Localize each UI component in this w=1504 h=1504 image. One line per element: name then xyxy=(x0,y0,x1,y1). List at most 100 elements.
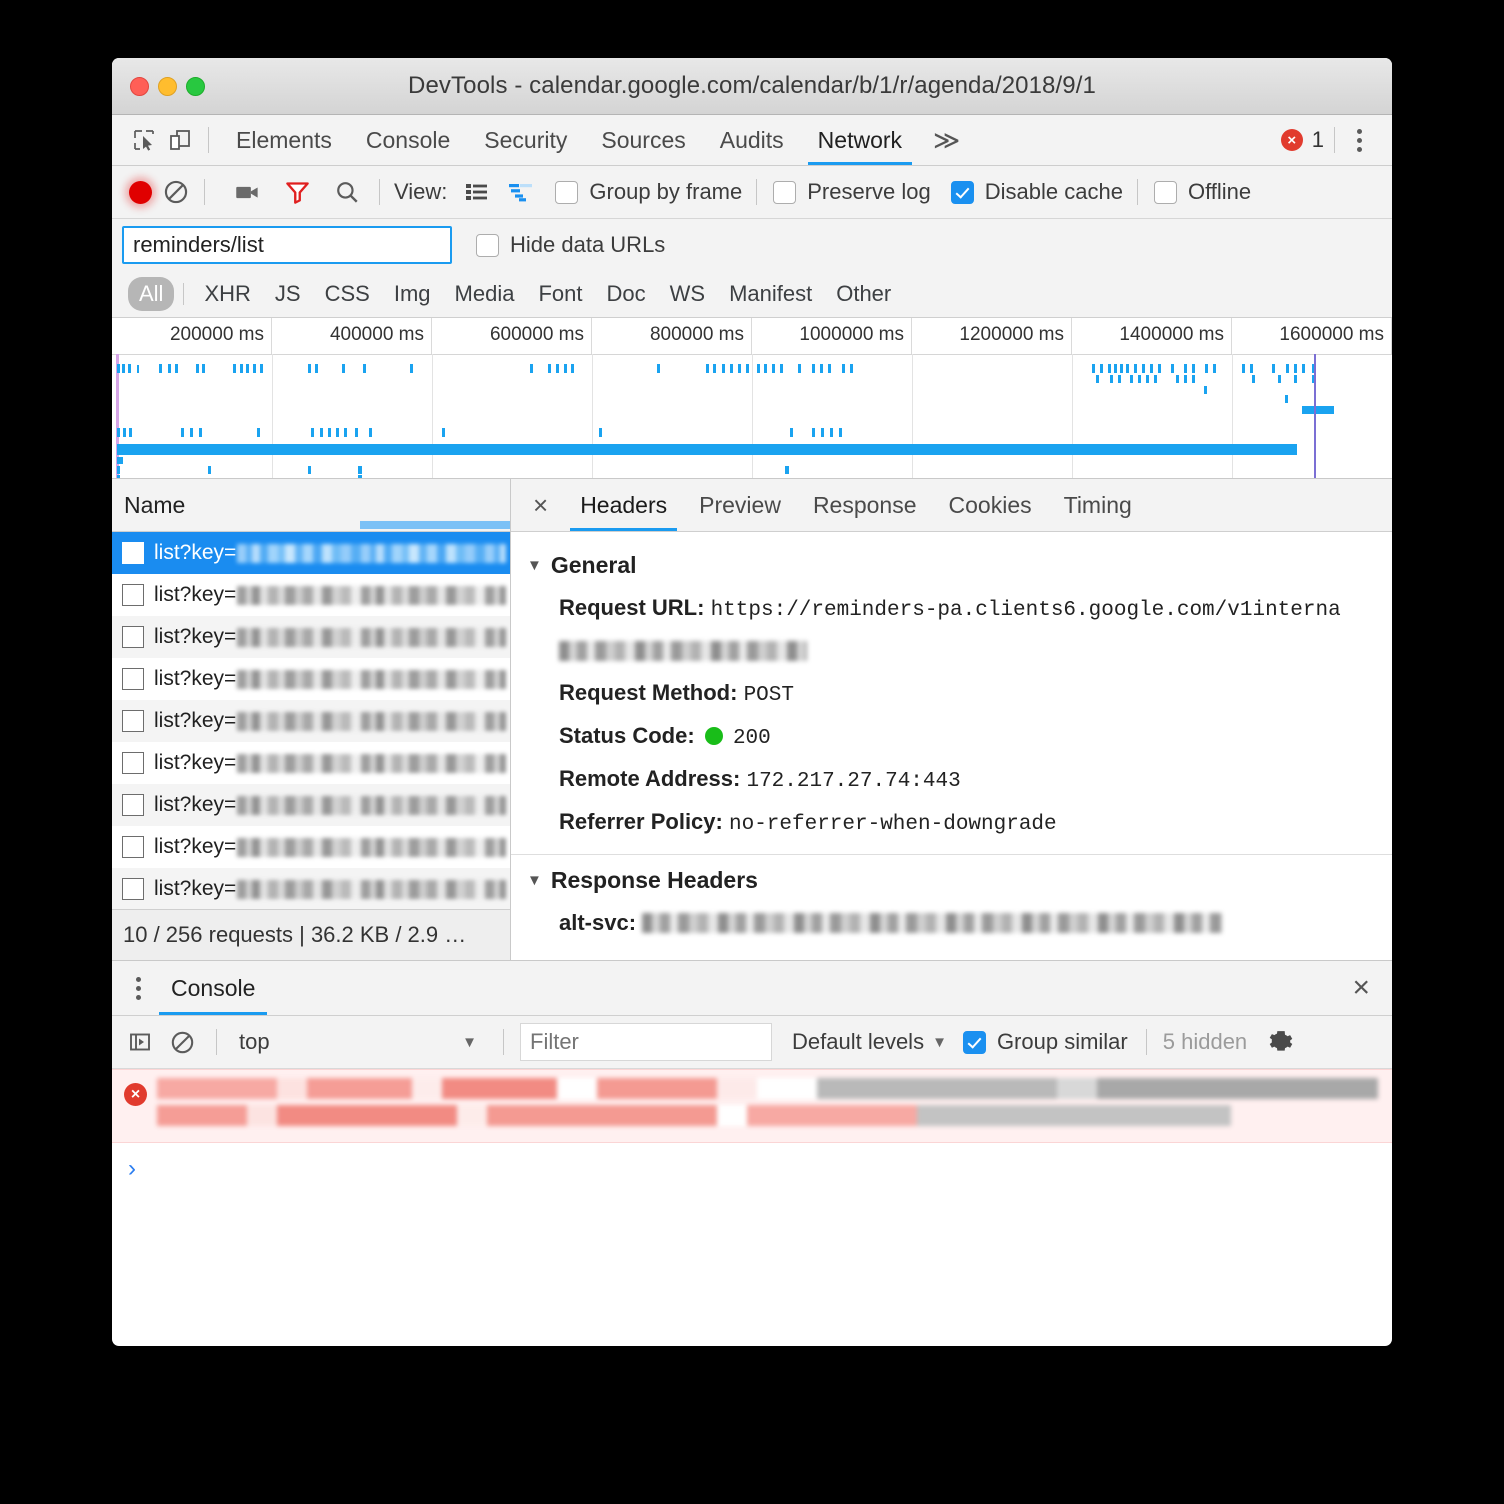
filter-icon[interactable] xyxy=(279,174,315,210)
close-drawer-icon[interactable]: × xyxy=(1330,973,1392,1003)
network-filter-input[interactable] xyxy=(122,226,452,264)
preserve-log-checkbox[interactable]: Preserve log xyxy=(773,179,931,205)
console-sidebar-icon[interactable] xyxy=(122,1024,158,1060)
group-by-frame-checkbox[interactable]: Group by frame xyxy=(555,179,742,205)
toolbar-divider xyxy=(1136,179,1138,205)
alt-svc-row: alt-svc: xyxy=(511,902,1392,944)
device-toolbar-icon[interactable] xyxy=(162,122,198,158)
console-filter-input[interactable] xyxy=(520,1023,772,1061)
type-filter-css[interactable]: CSS xyxy=(314,277,381,311)
table-row[interactable]: list?key= xyxy=(112,868,510,909)
row-checkbox[interactable] xyxy=(122,836,144,858)
clear-console-icon[interactable] xyxy=(164,1024,200,1060)
type-filter-ws[interactable]: WS xyxy=(659,277,716,311)
record-button-icon[interactable] xyxy=(122,174,158,210)
type-filter-manifest[interactable]: Manifest xyxy=(718,277,823,311)
tab-preview[interactable]: Preview xyxy=(683,479,797,531)
table-row[interactable]: list?key= xyxy=(112,784,510,826)
overview-time-marker xyxy=(1314,354,1316,478)
search-icon[interactable] xyxy=(329,174,365,210)
group-similar-checkbox[interactable]: Group similar xyxy=(962,1029,1128,1055)
table-row[interactable]: list?key= xyxy=(112,742,510,784)
kebab-menu-icon[interactable] xyxy=(124,971,153,1006)
overview-ruler: 200000 ms 400000 ms 600000 ms 800000 ms … xyxy=(112,318,1392,355)
table-row[interactable]: list?key= xyxy=(112,658,510,700)
table-row[interactable]: list?key= xyxy=(112,574,510,616)
console-output[interactable]: × › xyxy=(112,1069,1392,1337)
kebab-menu-icon[interactable] xyxy=(1345,123,1374,158)
row-checkbox[interactable] xyxy=(122,584,144,606)
minimize-window-button[interactable] xyxy=(158,76,177,96)
chevron-down-icon: ▼ xyxy=(527,557,542,574)
console-error-message[interactable]: × xyxy=(112,1069,1392,1143)
row-checkbox[interactable] xyxy=(122,626,144,648)
type-filter-xhr[interactable]: XHR xyxy=(193,277,261,311)
row-checkbox[interactable] xyxy=(122,752,144,774)
hidden-messages-count: 5 hidden xyxy=(1162,1029,1248,1054)
console-drawer: Console × top ▼ Filter Default levels ▼ … xyxy=(112,961,1392,1337)
disable-cache-label: Disable cache xyxy=(984,179,1123,204)
log-levels-dropdown[interactable]: Default levels ▼ xyxy=(792,1029,947,1055)
tab-sources[interactable]: Sources xyxy=(584,115,702,165)
tab-elements[interactable]: Elements xyxy=(219,115,349,165)
network-overview-timeline[interactable]: 200000 ms 400000 ms 600000 ms 800000 ms … xyxy=(112,318,1392,479)
response-headers-section-header[interactable]: ▼ Response Headers xyxy=(511,859,1392,902)
request-summary-status-bar: 10 / 256 requests | 36.2 KB / 2.9 … xyxy=(112,909,510,960)
tab-timing[interactable]: Timing xyxy=(1048,479,1148,531)
close-details-icon[interactable]: × xyxy=(523,492,564,518)
waterfall-view-icon[interactable] xyxy=(503,174,539,210)
general-section-header[interactable]: ▼ General xyxy=(511,544,1392,587)
row-checkbox[interactable] xyxy=(122,668,144,690)
overview-tick: 600000 ms xyxy=(432,318,592,354)
offline-checkbox[interactable]: Offline xyxy=(1153,179,1251,205)
row-checkbox[interactable] xyxy=(122,710,144,732)
request-name: list?key= xyxy=(154,667,237,690)
list-view-icon[interactable] xyxy=(459,174,495,210)
type-filter-font[interactable]: Font xyxy=(527,277,593,311)
tab-cookies[interactable]: Cookies xyxy=(933,479,1048,531)
table-row[interactable]: list?key= xyxy=(112,532,510,574)
tab-response[interactable]: Response xyxy=(797,479,933,531)
disable-cache-checkbox[interactable]: Disable cache xyxy=(950,179,1123,205)
table-row[interactable]: list?key= xyxy=(112,700,510,742)
overview-gridlines xyxy=(112,354,1392,478)
clear-icon[interactable] xyxy=(158,174,194,210)
type-filter-other[interactable]: Other xyxy=(825,277,902,311)
camera-icon[interactable] xyxy=(229,174,265,210)
hide-data-urls-checkbox[interactable]: Hide data URLs xyxy=(476,232,665,258)
more-tabs-icon[interactable]: ≫ xyxy=(919,115,974,165)
inspect-element-icon[interactable] xyxy=(126,122,162,158)
request-method-row: Request Method: POST xyxy=(511,672,1392,715)
row-checkbox[interactable] xyxy=(122,542,144,564)
response-headers-title: Response Headers xyxy=(550,867,758,893)
table-row[interactable]: list?key= xyxy=(112,826,510,868)
row-checkbox[interactable] xyxy=(122,878,144,900)
remote-address-label: Remote Address: xyxy=(559,766,741,791)
type-filter-all[interactable]: All xyxy=(128,277,175,311)
type-filter-img[interactable]: Img xyxy=(383,277,442,311)
error-count-badge[interactable]: × 1 xyxy=(1280,127,1324,153)
row-checkbox[interactable] xyxy=(122,794,144,816)
type-filter-media[interactable]: Media xyxy=(444,277,526,311)
type-filter-doc[interactable]: Doc xyxy=(595,277,656,311)
details-tab-bar: × Headers Preview Response Cookies Timin… xyxy=(511,479,1392,532)
tab-headers[interactable]: Headers xyxy=(564,479,683,531)
drawer-tab-console[interactable]: Console xyxy=(153,961,273,1015)
chevron-down-icon: ▼ xyxy=(932,1033,947,1051)
chevron-down-icon: ▼ xyxy=(462,1033,477,1051)
close-window-button[interactable] xyxy=(130,76,149,96)
gear-icon[interactable] xyxy=(1263,1024,1299,1060)
tab-security[interactable]: Security xyxy=(467,115,584,165)
execution-context-select[interactable]: top ▼ xyxy=(233,1029,487,1055)
console-prompt[interactable]: › xyxy=(112,1143,1392,1183)
tab-network[interactable]: Network xyxy=(801,115,919,165)
preserve-log-label: Preserve log xyxy=(807,179,931,204)
request-list[interactable]: list?key= list?key= list?key= list?key= xyxy=(112,521,510,909)
tab-console[interactable]: Console xyxy=(349,115,467,165)
type-filter-js[interactable]: JS xyxy=(264,277,312,311)
tab-audits[interactable]: Audits xyxy=(703,115,801,165)
table-row[interactable]: list?key= xyxy=(112,616,510,658)
redacted-request-key xyxy=(237,627,506,647)
drawer-tab-bar: Console × xyxy=(112,961,1392,1016)
zoom-window-button[interactable] xyxy=(186,76,205,96)
